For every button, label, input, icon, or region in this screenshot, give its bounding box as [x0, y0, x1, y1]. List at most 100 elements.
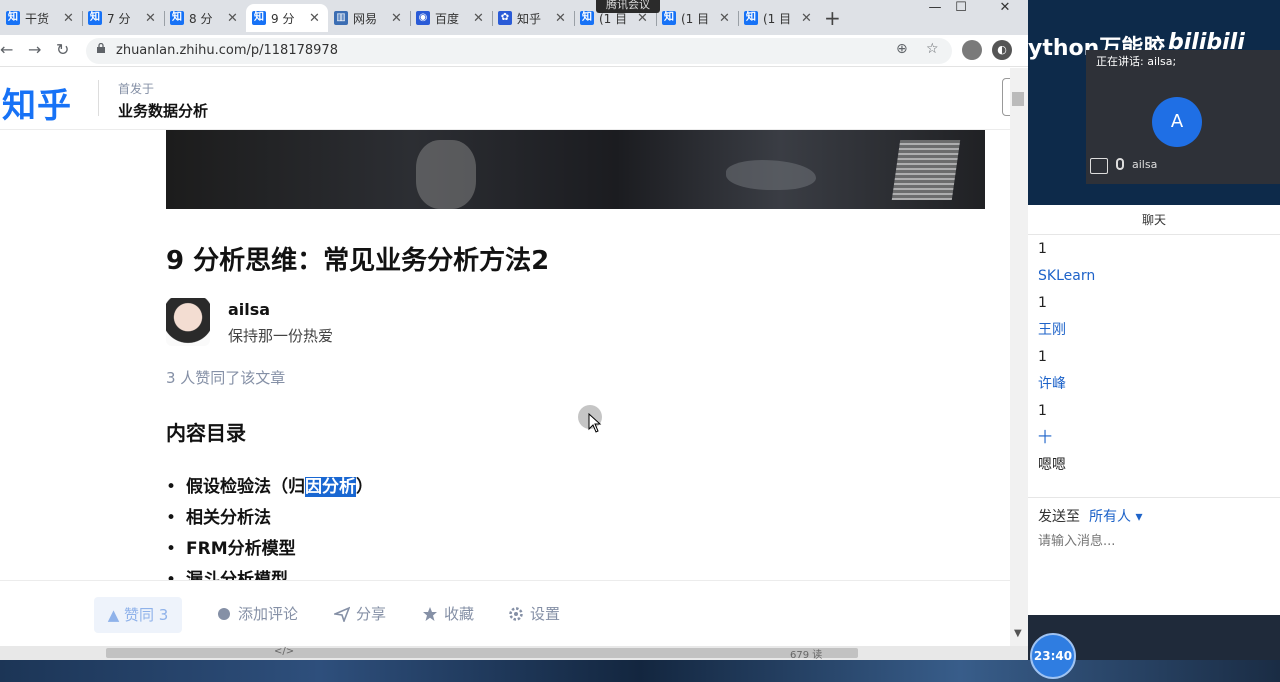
browser-tab[interactable]: 知 9 分 ✕ [246, 4, 328, 32]
tab-separator [574, 11, 575, 26]
comment-icon [218, 607, 230, 620]
add-comment-button[interactable]: 添加评论 [216, 603, 298, 624]
toc-item[interactable]: • 相关分析法 [166, 506, 373, 537]
tab-title: 7 分 [107, 11, 131, 26]
tab-close-icon[interactable]: ✕ [801, 11, 812, 26]
scroll-down-arrow-icon[interactable]: ▼ [1014, 628, 1022, 639]
forward-icon[interactable]: → [28, 40, 41, 59]
browser-tab[interactable]: 知干货 ✕ [0, 4, 82, 32]
page-scrollbar[interactable]: ▼ [1010, 68, 1028, 646]
chat-sender-name: 王刚 [1038, 322, 1066, 338]
tab-title: 9 分 [271, 11, 295, 26]
toc-item[interactable]: • 假设检验法（归因分析） [166, 475, 373, 506]
settings-button[interactable]: 设置 [508, 603, 560, 624]
tab-favicon-icon: 知 [170, 11, 184, 25]
tab-favicon-icon: 知 [88, 11, 102, 25]
favorite-label: 收藏 [444, 605, 475, 623]
tab-favicon-icon: ◉ [416, 11, 430, 25]
new-tab-button[interactable]: + [824, 6, 841, 30]
toc-list: • 假设检验法（归因分析） • 相关分析法 • FRM分析模型 • 漏斗分析模型 [166, 475, 373, 580]
chat-message-input[interactable] [1038, 531, 1270, 551]
tab-title: 干货 [25, 11, 50, 26]
maximize-icon[interactable]: ☐ [942, 0, 980, 15]
tab-title: (1 目 [763, 11, 792, 26]
chat-message: 1 [1038, 241, 1047, 257]
tab-close-icon[interactable]: ✕ [309, 11, 320, 26]
comment-label: 添加评论 [238, 605, 299, 623]
author-name-link[interactable]: ailsa [228, 300, 270, 319]
tab-favicon-icon: 知 [6, 11, 20, 25]
back-icon[interactable]: ← [0, 40, 13, 59]
star-icon [423, 606, 437, 621]
tab-separator [738, 11, 739, 26]
recipient-dropdown[interactable]: 所有人 ▾ [1089, 506, 1142, 526]
tab-favicon-icon: 知 [580, 11, 594, 25]
selected-text: 因分析 [305, 477, 356, 497]
bookmark-star-icon[interactable]: ☆ [926, 41, 939, 57]
tab-close-icon[interactable]: ✕ [391, 11, 402, 26]
tab-close-icon[interactable]: ✕ [473, 11, 484, 26]
share-button[interactable]: 分享 [334, 603, 386, 624]
participant-name: ailsa [1132, 158, 1158, 171]
column-name-link[interactable]: 业务数据分析 [118, 100, 208, 121]
toc-heading: 内容目录 [166, 421, 246, 445]
tab-close-icon[interactable]: ✕ [145, 11, 156, 26]
participant-avatar: A [1152, 97, 1202, 147]
browser-tab[interactable]: ▥ 网易 ✕ [328, 4, 410, 32]
code-toggle[interactable]: </> [274, 646, 294, 657]
tab-title: 8 分 [189, 11, 213, 26]
tab-close-icon[interactable]: ✕ [227, 11, 238, 26]
chat-message: 1 [1038, 403, 1047, 419]
zoom-icon[interactable]: ⊕ [896, 41, 908, 57]
tab-strip: 知干货 ✕ 知 7 分 ✕ 知 8 分 ✕ 知 9 分 ✕ ▥ 网易 ✕ ◉ 百度 ✕ ✿ 知乎 ✕ 知 (1 目 ✕ 知 (1… [0, 0, 1028, 35]
page-scrollbar-thumb[interactable] [1012, 92, 1024, 106]
browser-tab[interactable]: ✿ 知乎 ✕ [492, 4, 574, 32]
address-bar[interactable]: zhuanlan.zhihu.com/p/118178978 [86, 38, 952, 64]
reload-icon[interactable]: ↻ [56, 40, 69, 59]
cover-image [166, 130, 985, 209]
tab-close-icon[interactable]: ✕ [719, 11, 730, 26]
tab-favicon-icon: 知 [252, 11, 266, 25]
profile-avatar[interactable] [962, 40, 982, 60]
browser-tab[interactable]: 知 8 分 ✕ [164, 4, 246, 32]
header-divider [98, 80, 99, 116]
upvote-button[interactable]: ▲ 赞同 3 [94, 597, 182, 633]
browser-tab[interactable]: 知 (1 目 ✕ [738, 4, 820, 32]
tab-close-icon[interactable]: ✕ [63, 11, 74, 26]
tab-title: 网易 [353, 11, 378, 26]
tab-separator [164, 11, 165, 26]
chat-message: 1 [1038, 349, 1047, 365]
author-avatar[interactable] [166, 298, 210, 346]
zhihu-header: 知乎 首发于 业务数据分析 [0, 68, 1016, 130]
horizontal-scrollbar-thumb[interactable] [106, 648, 858, 658]
horizontal-scrollbar[interactable]: </> 679 读 [0, 646, 1028, 660]
person-icon [1090, 158, 1108, 174]
browser-toolbar: ← → ↻ zhuanlan.zhihu.com/p/118178978 ⊕ ☆… [0, 35, 1028, 67]
cover-image-paper [891, 140, 961, 200]
chat-sender-name: 许峰 [1038, 376, 1066, 392]
browser-window: 知干货 ✕ 知 7 分 ✕ 知 8 分 ✕ 知 9 分 ✕ ▥ 网易 ✕ ◉ 百度 ✕ ✿ 知乎 ✕ 知 (1 目 ✕ 知 (1… [0, 0, 1028, 660]
vote-summary[interactable]: 3 人赞同了该文章 [166, 367, 285, 388]
tab-close-icon[interactable]: ✕ [555, 11, 566, 26]
meeting-indicator: 腾讯会议 [596, 0, 660, 13]
tab-favicon-icon: ✿ [498, 11, 512, 25]
browser-tab[interactable]: 知 7 分 ✕ [82, 4, 164, 32]
share-icon [334, 606, 350, 622]
zhihu-logo[interactable]: 知乎 [2, 78, 72, 127]
favorite-button[interactable]: 收藏 [422, 603, 474, 624]
toc-item[interactable]: • 漏斗分析模型 [166, 568, 373, 580]
lock-icon [97, 43, 105, 53]
extension-icon[interactable]: ◐ [992, 40, 1012, 60]
article-action-bar: ▲ 赞同 3 添加评论 分享 收藏 设置 [0, 580, 1010, 646]
browser-tab[interactable]: 知 (1 目 ✕ [656, 4, 738, 32]
desktop-wallpaper [0, 660, 1280, 682]
send-to-label: 发送至 [1038, 509, 1080, 525]
close-window-icon[interactable]: ✕ [986, 0, 1024, 15]
tab-favicon-icon: ▥ [334, 11, 348, 25]
toc-item[interactable]: • FRM分析模型 [166, 537, 373, 568]
share-label: 分享 [356, 605, 387, 623]
tab-title: (1 目 [681, 11, 710, 26]
tab-favicon-icon: 知 [662, 11, 676, 25]
cover-image-arm [416, 140, 476, 209]
browser-tab[interactable]: ◉ 百度 ✕ [410, 4, 492, 32]
